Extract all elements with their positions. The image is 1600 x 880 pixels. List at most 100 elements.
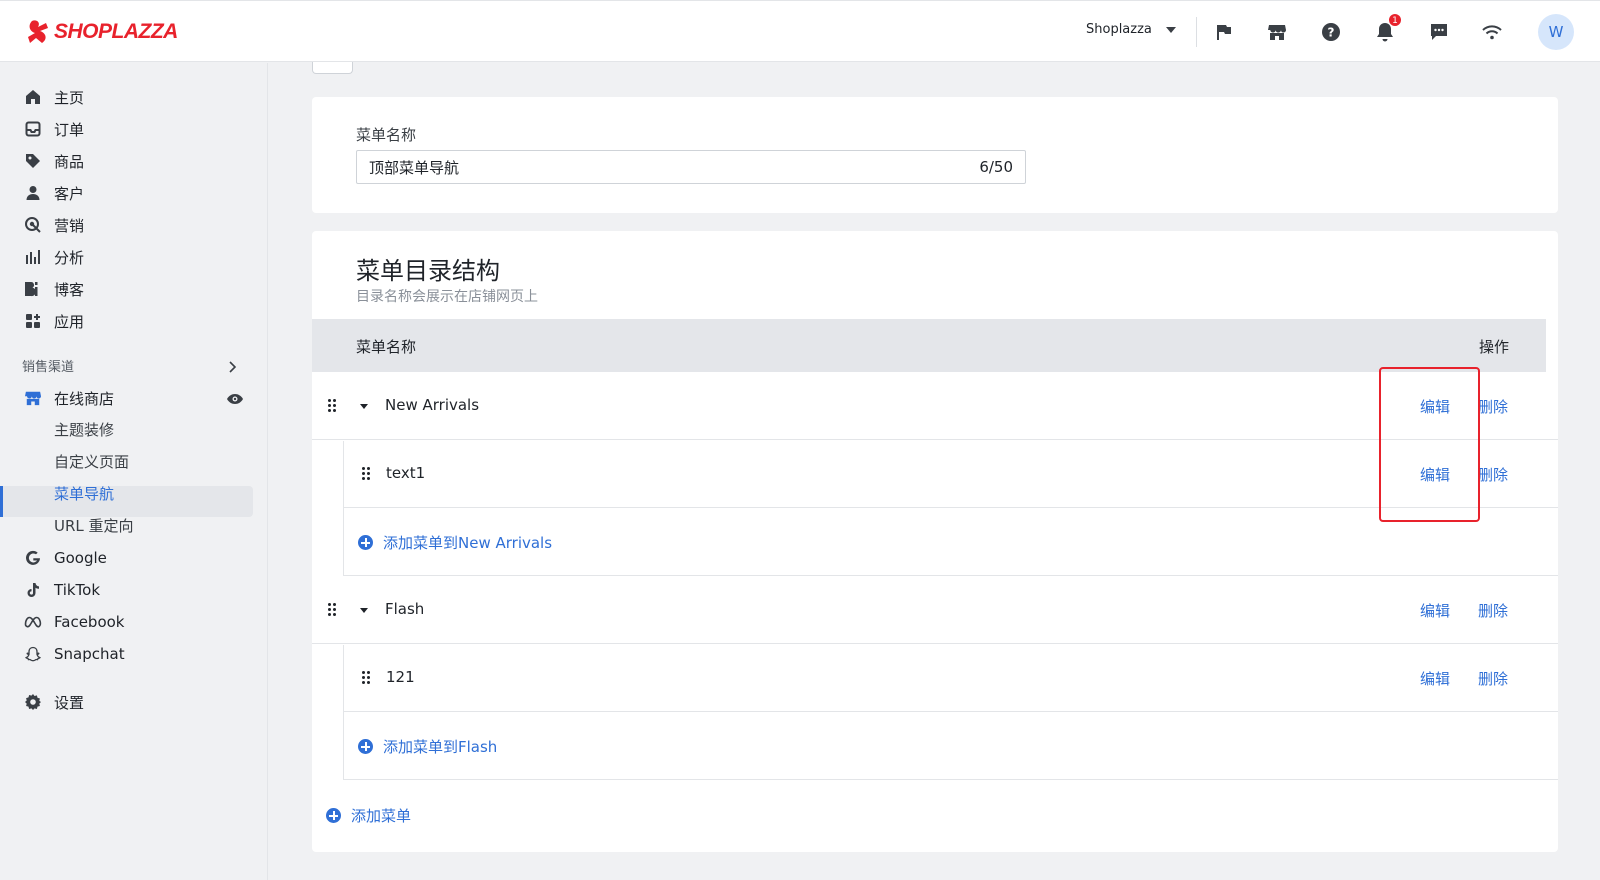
delete-button[interactable]: 删除 [1478, 600, 1508, 621]
menu-name-input[interactable]: 顶部菜单导航 6/50 [356, 150, 1026, 184]
menu-structure-card: 菜单目录结构 目录名称会展示在店铺网页上 菜单名称 操作 New Arrival… [312, 231, 1558, 852]
column-header-name: 菜单名称 [356, 338, 417, 356]
sidebar-subitem-url-redirect[interactable]: URL 重定向 [54, 514, 134, 538]
brand-name: SHOPLAZZA [54, 20, 178, 43]
add-menu-label: 添加菜单 [351, 807, 412, 825]
menu-name-card: 菜单名称 顶部菜单导航 6/50 [312, 97, 1558, 213]
apps-icon [24, 312, 42, 330]
sidebar-item-snapchat[interactable]: Snapchat [24, 642, 125, 666]
menu-row: New Arrivals 编辑 删除 [312, 373, 1558, 440]
home-icon [24, 88, 42, 106]
menu-name-value: 顶部菜单导航 [369, 158, 460, 177]
collapse-caret-icon[interactable] [360, 404, 368, 409]
add-submenu-link[interactable]: 添加菜单到New Arrivals [358, 532, 552, 553]
sidebar-subitem-custom-pages[interactable]: 自定义页面 [54, 450, 129, 474]
collapse-caret-icon[interactable] [360, 608, 368, 613]
sidebar-item-marketing[interactable]: 营销 [24, 213, 84, 237]
message-icon[interactable] [1428, 21, 1450, 43]
bell-icon[interactable]: 1 [1374, 13, 1402, 43]
sidebar-item-customers[interactable]: 客户 [24, 181, 84, 205]
add-submenu-label: 添加菜单到Flash [383, 738, 498, 756]
delete-button[interactable]: 删除 [1478, 464, 1508, 485]
sidebar-item-label: TikTok [54, 581, 101, 599]
menu-item-name: New Arrivals [385, 396, 480, 414]
sidebar-subitem-theme[interactable]: 主题装修 [54, 418, 114, 442]
sidebar-item-google[interactable]: Google [24, 546, 107, 570]
sidebar-item-home[interactable]: 主页 [24, 85, 84, 109]
sidebar-item-settings[interactable]: 设置 [24, 690, 84, 714]
sidebar-item-facebook[interactable]: Facebook [24, 610, 124, 634]
help-icon[interactable]: ? [1320, 21, 1342, 43]
inbox-icon [24, 120, 42, 138]
shoplazza-logo[interactable]: SHOPLAZZA [26, 19, 178, 45]
sidebar-item-label: 主页 [54, 88, 85, 107]
sidebar-item-label: Google [54, 549, 107, 567]
drag-handle-icon[interactable] [362, 671, 372, 685]
store-icon[interactable] [1266, 21, 1288, 43]
logo-mark-icon [28, 20, 48, 43]
sidebar-item-online-store[interactable]: 在线商店 [24, 386, 114, 410]
sidebar-item-products[interactable]: 商品 [24, 149, 84, 173]
chevron-right-icon[interactable] [228, 358, 238, 377]
tiktok-icon [24, 581, 42, 599]
add-submenu-row: 添加菜单到Flash [344, 713, 1558, 780]
menu-row: 121 编辑 删除 [344, 645, 1558, 712]
drag-handle-icon[interactable] [328, 603, 338, 617]
add-menu-button[interactable]: 添加菜单 [326, 805, 411, 826]
sidebar-item-label: 博客 [54, 280, 85, 299]
sidebar-subitem-menu-navigation[interactable]: 菜单导航 [54, 482, 114, 506]
sidebar-item-analytics[interactable]: 分析 [24, 245, 84, 269]
menu-row: Flash 编辑 删除 [312, 577, 1558, 644]
active-nav-highlight [0, 486, 253, 517]
sidebar: 主页 订单 商品 客户 营销 分析 博客 应用 销售渠道 在线商店 主题装修 自… [0, 63, 268, 880]
svg-text:?: ? [1328, 26, 1335, 40]
snapchat-icon [24, 645, 42, 663]
drag-handle-icon[interactable] [362, 467, 372, 481]
table-header: 菜单名称 操作 [312, 319, 1546, 372]
sidebar-item-tiktok[interactable]: TikTok [24, 578, 100, 602]
sidebar-item-label: 分析 [54, 248, 85, 267]
sidebar-item-label: 订单 [54, 120, 85, 139]
notification-badge: 1 [1388, 13, 1402, 27]
sidebar-item-label: 设置 [54, 693, 85, 712]
blog-icon [24, 280, 42, 298]
sidebar-item-label: 营销 [54, 216, 85, 235]
edit-button[interactable]: 编辑 [1420, 668, 1450, 689]
sidebar-item-label: 应用 [54, 312, 85, 331]
char-counter: 6/50 [979, 158, 1013, 176]
topbar-divider [1196, 17, 1197, 47]
edit-button[interactable]: 编辑 [1420, 600, 1450, 621]
column-header-actions: 操作 [1479, 338, 1510, 356]
chevron-down-icon [1165, 26, 1176, 33]
sidebar-item-orders[interactable]: 订单 [24, 117, 84, 141]
delete-button[interactable]: 删除 [1478, 396, 1508, 417]
eye-icon[interactable] [226, 390, 244, 409]
sidebar-item-apps[interactable]: 应用 [24, 309, 84, 333]
plus-circle-icon [326, 808, 341, 823]
sidebar-item-label: 在线商店 [54, 389, 115, 408]
add-submenu-link[interactable]: 添加菜单到Flash [358, 736, 497, 757]
avatar[interactable]: W [1538, 14, 1574, 50]
add-submenu-label: 添加菜单到New Arrivals [383, 534, 553, 552]
top-bar: SHOPLAZZA Shoplazza ? 1 W [0, 0, 1600, 62]
tag-icon [24, 152, 42, 170]
section-subtitle: 目录名称会展示在店铺网页上 [356, 289, 538, 305]
sidebar-item-label: 商品 [54, 152, 85, 171]
sales-channels-label: 销售渠道 [22, 360, 75, 375]
delete-button[interactable]: 删除 [1478, 668, 1508, 689]
add-submenu-row: 添加菜单到New Arrivals [344, 509, 1558, 576]
back-button[interactable] [312, 62, 353, 74]
wifi-icon[interactable] [1481, 21, 1503, 43]
store-name: Shoplazza [1086, 22, 1152, 37]
menu-item-name: text1 [386, 464, 426, 482]
drag-handle-icon[interactable] [328, 399, 338, 413]
bar-chart-icon [24, 248, 42, 266]
menu-row: text1 编辑 删除 [344, 441, 1558, 508]
person-icon [24, 184, 42, 202]
sidebar-item-label: Snapchat [54, 645, 125, 663]
plus-circle-icon [358, 739, 373, 754]
flag-icon[interactable] [1213, 21, 1235, 43]
section-title: 菜单目录结构 [356, 257, 500, 285]
store-switcher[interactable]: Shoplazza [1086, 22, 1176, 37]
sidebar-item-blog[interactable]: 博客 [24, 277, 84, 301]
